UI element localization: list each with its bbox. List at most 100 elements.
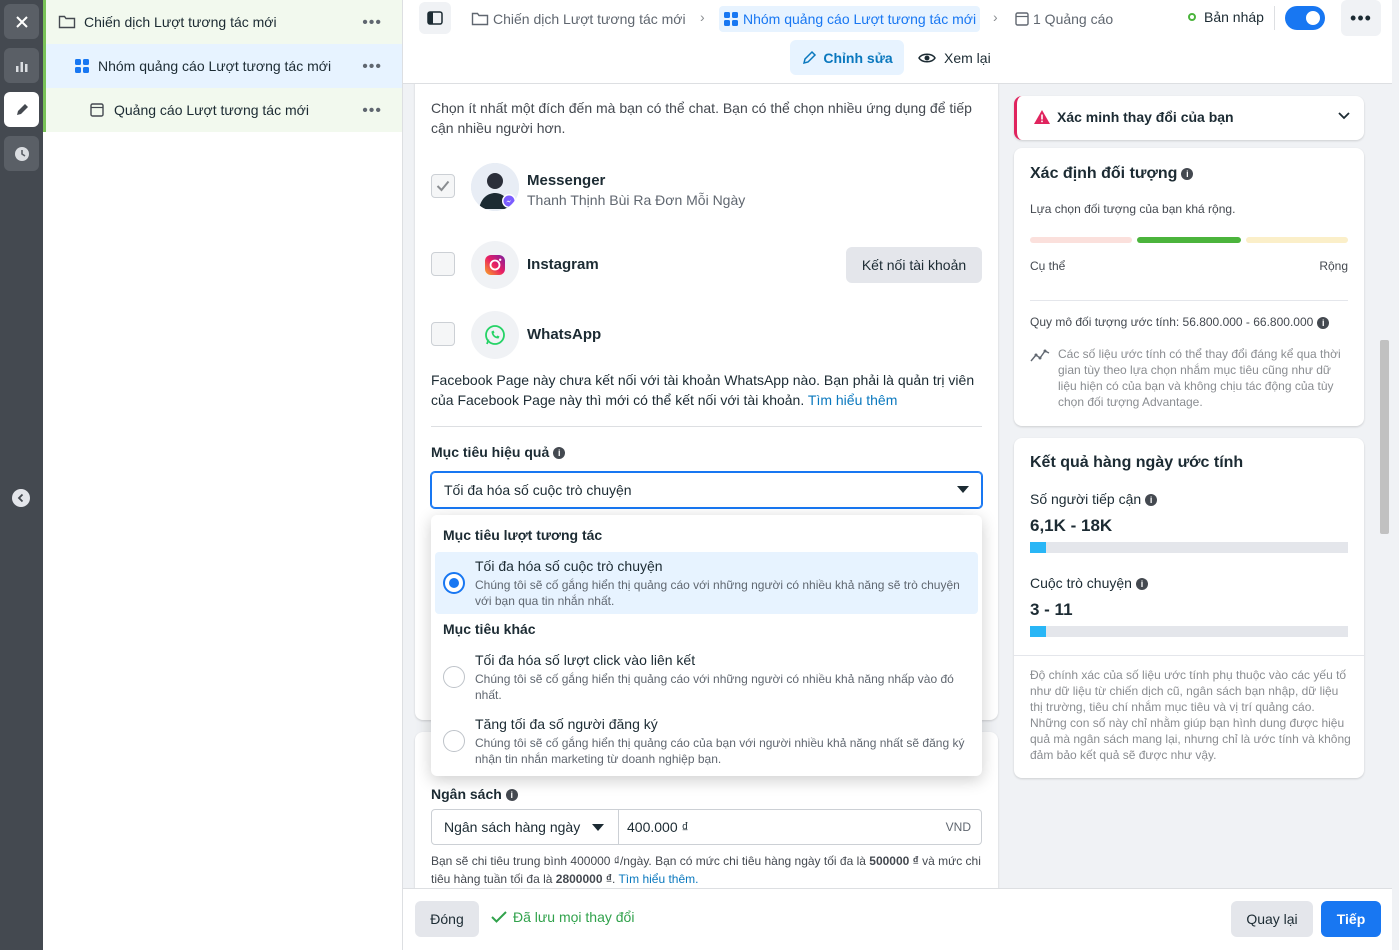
- instagram-checkbox[interactable]: [431, 252, 455, 276]
- chevron-right-icon: ›: [993, 9, 998, 25]
- tree-item-campaign[interactable]: Chiến dịch Lượt tương tác mới •••: [43, 0, 402, 44]
- conversations-bar-fill: [1030, 626, 1046, 637]
- right-scrollbar[interactable]: [1378, 84, 1392, 888]
- instagram-logo: [471, 241, 519, 289]
- window-scrollbar[interactable]: [1392, 0, 1399, 950]
- results-title: Kết quả hàng ngày ước tính: [1030, 454, 1244, 471]
- goal-select[interactable]: Tối đa hóa số cuộc trò chuyện: [431, 472, 982, 508]
- more-icon[interactable]: •••: [362, 102, 382, 120]
- back-button[interactable]: Quay lại: [1231, 901, 1313, 937]
- reach-bar-fill: [1030, 542, 1046, 553]
- info-icon: i: [1135, 578, 1148, 591]
- instagram-name: Instagram: [527, 256, 599, 273]
- radio-selected-icon: [443, 572, 465, 594]
- toggle-sidebar-button[interactable]: [419, 2, 451, 34]
- breadcrumb-adset-label: Nhóm quảng cáo Lượt tương tác mới: [743, 11, 977, 27]
- chevron-down-icon: [1338, 112, 1350, 120]
- publish-toggle[interactable]: [1285, 6, 1325, 30]
- meter-broad: [1246, 237, 1348, 243]
- connect-account-button[interactable]: Kết nối tài khoản: [846, 247, 982, 283]
- audience-desc: Lựa chọn đối tượng của bạn khá rộng.: [1030, 202, 1236, 216]
- meter-defined: [1137, 237, 1241, 243]
- goal-select-value: Tối đa hóa số cuộc trò chuyện: [444, 482, 632, 498]
- breadcrumb-campaign[interactable]: Chiến dịch Lượt tương tác mới: [471, 6, 686, 32]
- learn-more-link[interactable]: Tìm hiểu thêm: [808, 392, 897, 408]
- radio-icon: [443, 666, 465, 688]
- info-icon: i: [505, 789, 518, 802]
- dropdown-group-heading: Mục tiêu lượt tương tác: [443, 527, 603, 543]
- status-badge: Bản nháp: [1188, 9, 1264, 25]
- goal-option-conversations[interactable]: Tối đa hóa số cuộc trò chuyện Chúng tôi …: [435, 552, 978, 614]
- bar-chart-icon: [15, 61, 27, 72]
- meter-specific-label: Cụ thể: [1030, 259, 1066, 273]
- budget-note: Bạn sẽ chi tiêu trung bình 400000 ₫/ngày…: [431, 854, 981, 886]
- budget-learn-more-link[interactable]: Tìm hiểu thêm.: [618, 872, 698, 886]
- next-button[interactable]: Tiếp: [1321, 901, 1381, 937]
- conversations-bar: [1030, 626, 1348, 637]
- chevron-right-icon: ›: [700, 9, 705, 25]
- goal-option-link-clicks[interactable]: Tối đa hóa số lượt click vào liên kết Ch…: [435, 646, 978, 708]
- instagram-icon: [485, 255, 505, 275]
- option-description: Chúng tôi sẽ cố gắng hiển thị quảng cáo …: [475, 672, 954, 702]
- history-button[interactable]: [4, 136, 39, 171]
- pencil-icon: [16, 103, 28, 115]
- edit-mode-tab[interactable]: Chỉnh sửa: [790, 40, 904, 75]
- eye-icon: [918, 53, 936, 62]
- whatsapp-checkbox[interactable]: [431, 322, 455, 346]
- option-description: Chúng tôi sẽ cố gắng hiển thị quảng cáo …: [475, 578, 960, 608]
- saved-label: Đã lưu mọi thay đổi: [513, 909, 635, 925]
- apps-intro: Chọn ít nhất một đích đến mà bạn có thể …: [431, 100, 972, 136]
- status-dot-icon: [1188, 13, 1196, 21]
- close-button[interactable]: Đóng: [415, 901, 479, 937]
- caret-down-icon: [957, 486, 969, 493]
- reports-button[interactable]: [4, 48, 39, 83]
- budget-amount-input[interactable]: 400.000 ₫ VND: [618, 809, 982, 845]
- info-icon: i: [1317, 316, 1330, 329]
- dropdown-group-heading: Mục tiêu khác: [443, 621, 536, 637]
- reach-bar: [1030, 542, 1348, 553]
- audience-title: Xác định đối tượng i: [1030, 165, 1194, 183]
- audience-size: Quy mô đối tượng ước tính: 56.800.000 - …: [1030, 314, 1330, 330]
- budget-type-value: Ngân sách hàng ngày: [444, 819, 581, 835]
- tree-adset-label: Nhóm quảng cáo Lượt tương tác mới: [98, 58, 332, 74]
- edit-mode-label: Chỉnh sửa: [823, 49, 893, 66]
- radio-icon: [443, 730, 465, 752]
- whatsapp-note: Facebook Page này chưa kết nối với tài k…: [431, 372, 975, 408]
- meter-broad-label: Rộng: [1319, 259, 1348, 273]
- tree-item-adset[interactable]: Nhóm quảng cáo Lượt tương tác mới •••: [43, 44, 402, 88]
- footer-bar: Đóng Đã lưu mọi thay đổi Quay lại Tiếp: [403, 888, 1399, 950]
- breadcrumb-adset[interactable]: Nhóm quảng cáo Lượt tương tác mới: [719, 6, 981, 32]
- check-icon: [436, 180, 450, 192]
- goal-label: Mục tiêu hiệu quả i: [431, 442, 566, 462]
- meter-narrow: [1030, 237, 1132, 243]
- top-bar: Chiến dịch Lượt tương tác mới › Nhóm quả…: [403, 0, 1396, 84]
- edit-mode-button[interactable]: [4, 92, 39, 127]
- sidebar-icon: [427, 11, 443, 25]
- page-avatar: [471, 163, 519, 211]
- goal-option-subscribers[interactable]: Tăng tối đa số người đăng ký Chúng tôi s…: [435, 710, 978, 772]
- verify-changes-banner[interactable]: Xác minh thay đổi của bạn: [1014, 96, 1364, 140]
- currency-label: VND: [945, 820, 971, 834]
- tree-item-ad[interactable]: Quảng cáo Lượt tương tác mới •••: [43, 88, 402, 132]
- reach-label: Số người tiếp cận i: [1030, 490, 1158, 508]
- review-mode-tab[interactable]: Xem lại: [918, 40, 991, 75]
- info-icon: i: [1145, 494, 1158, 507]
- ad-document-icon: [1015, 12, 1029, 26]
- close-editor-button[interactable]: [4, 4, 39, 39]
- pencil-icon: [803, 50, 817, 64]
- budget-type-select[interactable]: Ngân sách hàng ngày: [431, 809, 619, 845]
- info-icon: i: [553, 447, 566, 460]
- folder-icon: [58, 15, 76, 29]
- breadcrumb-ad[interactable]: 1 Quảng cáo: [1015, 6, 1113, 32]
- more-menu-button[interactable]: •••: [1341, 0, 1381, 36]
- messenger-name: Messenger: [527, 172, 606, 189]
- breadcrumb-campaign-label: Chiến dịch Lượt tương tác mới: [493, 11, 686, 27]
- whatsapp-name: WhatsApp: [527, 326, 602, 343]
- collapse-panel-button[interactable]: [12, 489, 30, 507]
- option-title: Tối đa hóa số cuộc trò chuyện: [475, 558, 663, 574]
- more-icon[interactable]: •••: [362, 14, 382, 32]
- more-icon[interactable]: •••: [362, 58, 382, 76]
- option-title: Tối đa hóa số lượt click vào liên kết: [475, 652, 696, 668]
- messenger-checkbox[interactable]: [431, 174, 455, 198]
- verify-label: Xác minh thay đổi của bạn: [1057, 109, 1234, 125]
